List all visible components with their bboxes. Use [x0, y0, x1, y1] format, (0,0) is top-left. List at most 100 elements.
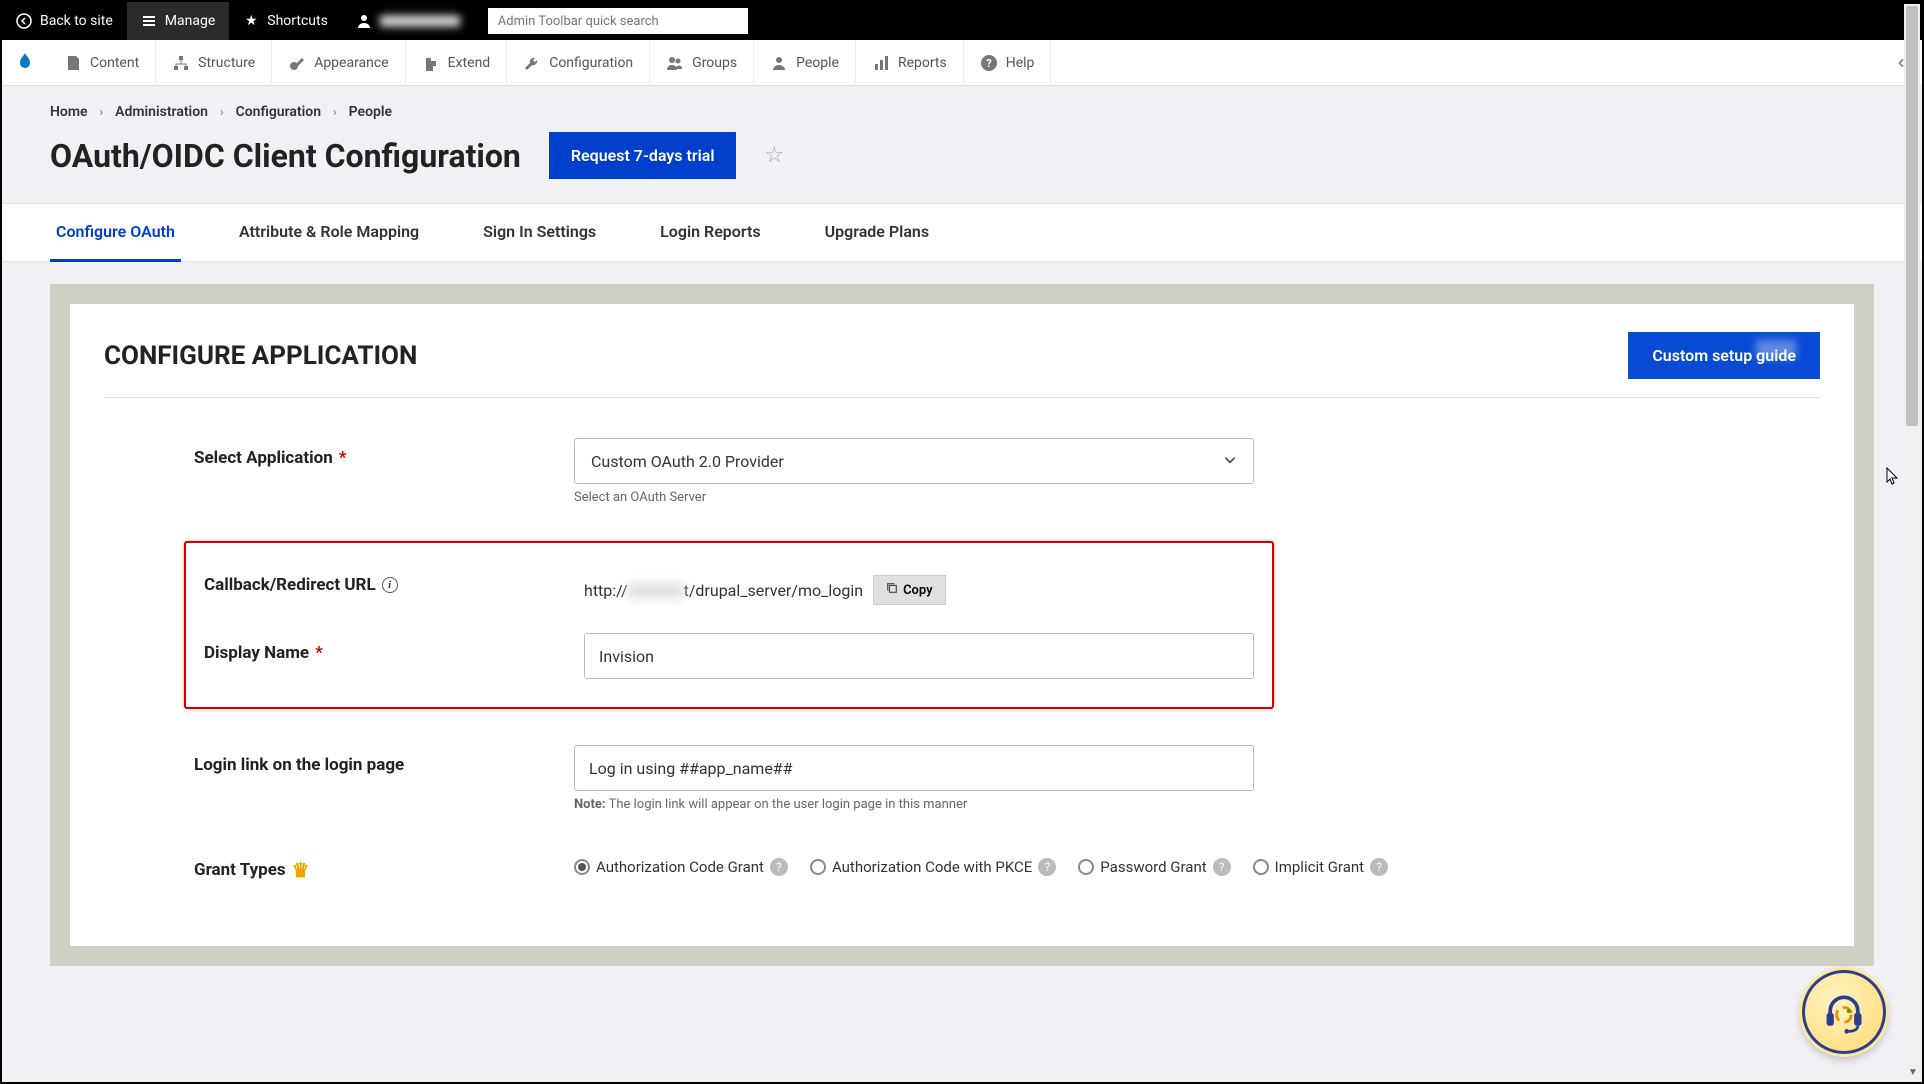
- help-icon[interactable]: ?: [770, 858, 788, 876]
- login-link-input[interactable]: [574, 745, 1254, 791]
- request-trial-button[interactable]: Request 7-days trial: [549, 132, 737, 179]
- callback-url-value: http://t/drupal_server/mo_login Copy: [584, 565, 1254, 605]
- user-menu[interactable]: [342, 2, 474, 40]
- copy-icon: [886, 582, 898, 598]
- url-prefix: http://: [584, 581, 628, 600]
- grant-option-label: Authorization Code Grant: [596, 858, 764, 876]
- configuration-icon: [523, 54, 541, 72]
- radio-icon: [1253, 859, 1269, 875]
- copy-label: Copy: [903, 583, 933, 598]
- nav-content[interactable]: Content: [48, 40, 156, 86]
- chevron-down-icon: [1223, 452, 1237, 471]
- info-icon[interactable]: i: [382, 577, 398, 593]
- top-toolbar: Back to site Manage ★ Shortcuts: [2, 2, 1922, 40]
- scroll-down-arrow-icon[interactable]: ▼: [1908, 1067, 1918, 1078]
- nav-help[interactable]: ? Help: [964, 40, 1052, 86]
- custom-setup-guide-button[interactable]: Custom setup guide: [1628, 332, 1820, 379]
- help-icon[interactable]: ?: [1370, 858, 1388, 876]
- admin-search-wrap: [488, 8, 748, 34]
- username-blurred: [380, 15, 460, 27]
- favorite-star-icon[interactable]: ☆: [764, 143, 784, 168]
- page-header: Home › Administration › Configuration › …: [2, 86, 1922, 179]
- shortcuts-link[interactable]: ★ Shortcuts: [229, 2, 342, 40]
- vertical-scrollbar[interactable]: ▲ ▼: [1904, 4, 1920, 1080]
- radio-icon: [1078, 859, 1094, 875]
- tab-sign-in-settings[interactable]: Sign In Settings: [477, 204, 602, 262]
- grant-types-options: Authorization Code Grant ? Authorization…: [574, 848, 1820, 876]
- grant-option-auth-code[interactable]: Authorization Code Grant ?: [574, 858, 788, 876]
- grant-option-password[interactable]: Password Grant ?: [1078, 858, 1230, 876]
- people-icon: [770, 54, 788, 72]
- highlighted-callback-block: Callback/Redirect URL i http://t/drupal_…: [184, 541, 1274, 709]
- tab-login-reports[interactable]: Login Reports: [654, 204, 766, 262]
- help-icon[interactable]: ?: [1038, 858, 1056, 876]
- main-content: CONFIGURE APPLICATION Custom setup guide…: [2, 262, 1922, 988]
- nav-groups-label: Groups: [692, 55, 737, 71]
- breadcrumb-item[interactable]: Administration: [115, 104, 208, 120]
- page-title: OAuth/OIDC Client Configuration: [50, 137, 521, 175]
- nav-people[interactable]: People: [754, 40, 856, 86]
- breadcrumb-item[interactable]: People: [349, 104, 392, 120]
- tab-configure-oauth[interactable]: Configure OAuth: [50, 204, 181, 262]
- breadcrumb: Home › Administration › Configuration › …: [50, 104, 1874, 120]
- button-blur-overlay: [1756, 340, 1796, 358]
- panel-outer: CONFIGURE APPLICATION Custom setup guide…: [50, 284, 1874, 966]
- nav-reports-label: Reports: [898, 55, 947, 71]
- grant-option-label: Implicit Grant: [1275, 858, 1364, 876]
- appearance-icon: [288, 54, 306, 72]
- grant-option-label: Password Grant: [1100, 858, 1206, 876]
- tab-attribute-role-mapping[interactable]: Attribute & Role Mapping: [233, 204, 425, 262]
- row-select-application: Select Application* Custom OAuth 2.0 Pro…: [104, 438, 1820, 505]
- nav-structure[interactable]: Structure: [156, 40, 272, 86]
- nav-reports[interactable]: Reports: [856, 40, 964, 86]
- mouse-cursor-icon: [1886, 467, 1900, 489]
- select-application-dropdown[interactable]: Custom OAuth 2.0 Provider: [574, 438, 1254, 484]
- drupal-logo-icon[interactable]: [2, 40, 48, 86]
- breadcrumb-item[interactable]: Configuration: [236, 104, 321, 120]
- breadcrumb-separator: ›: [220, 105, 224, 119]
- scrollbar-thumb[interactable]: [1906, 6, 1918, 426]
- field-grant-types: Authorization Code Grant ? Authorization…: [574, 848, 1820, 876]
- chat-support-button[interactable]: [1802, 970, 1886, 1054]
- help-icon[interactable]: ?: [1213, 858, 1231, 876]
- field-select-application: Custom OAuth 2.0 Provider Select an OAut…: [574, 438, 1254, 505]
- extend-icon: [422, 54, 440, 72]
- back-to-site-link[interactable]: Back to site: [2, 2, 127, 40]
- breadcrumb-item[interactable]: Home: [50, 104, 88, 120]
- note-prefix: Note:: [574, 797, 606, 812]
- crown-icon: ♛: [292, 858, 310, 882]
- nav-groups[interactable]: Groups: [650, 40, 754, 86]
- nav-appearance-label: Appearance: [314, 55, 388, 71]
- tab-upgrade-plans[interactable]: Upgrade Plans: [819, 204, 935, 262]
- admin-search-input[interactable]: [488, 8, 748, 34]
- grant-option-implicit[interactable]: Implicit Grant ?: [1253, 858, 1388, 876]
- tabs-row: Configure OAuth Attribute & Role Mapping…: [2, 203, 1922, 262]
- nav-extend[interactable]: Extend: [406, 40, 508, 86]
- label-select-application-text: Select Application: [194, 448, 333, 468]
- breadcrumb-separator: ›: [333, 105, 337, 119]
- copy-url-button[interactable]: Copy: [873, 575, 946, 605]
- headset-icon: [1821, 989, 1867, 1035]
- back-to-site-label: Back to site: [40, 13, 113, 29]
- select-application-value: Custom OAuth 2.0 Provider: [591, 452, 784, 471]
- note-text: The login link will appear on the user l…: [609, 797, 968, 812]
- nav-help-label: Help: [1006, 55, 1035, 71]
- login-link-note: Note: The login link will appear on the …: [574, 797, 1254, 812]
- groups-icon: [666, 54, 684, 72]
- label-display-name: Display Name*: [204, 633, 584, 663]
- row-callback-url: Callback/Redirect URL i http://t/drupal_…: [204, 565, 1254, 605]
- label-login-link: Login link on the login page: [194, 745, 574, 775]
- svg-text:?: ?: [986, 57, 992, 70]
- structure-icon: [172, 54, 190, 72]
- grant-option-pkce[interactable]: Authorization Code with PKCE ?: [810, 858, 1056, 876]
- title-row: OAuth/OIDC Client Configuration Request …: [50, 132, 1874, 179]
- select-application-help: Select an OAuth Server: [574, 490, 1254, 505]
- display-name-input[interactable]: [584, 633, 1254, 679]
- row-grant-types: Grant Types ♛ Authorization Code Grant ?…: [104, 848, 1820, 882]
- nav-appearance[interactable]: Appearance: [272, 40, 405, 86]
- label-grant-types-text: Grant Types: [194, 860, 286, 880]
- label-display-name-text: Display Name: [204, 643, 309, 663]
- nav-configuration-label: Configuration: [549, 55, 633, 71]
- manage-toggle[interactable]: Manage: [127, 2, 229, 40]
- nav-configuration[interactable]: Configuration: [507, 40, 650, 86]
